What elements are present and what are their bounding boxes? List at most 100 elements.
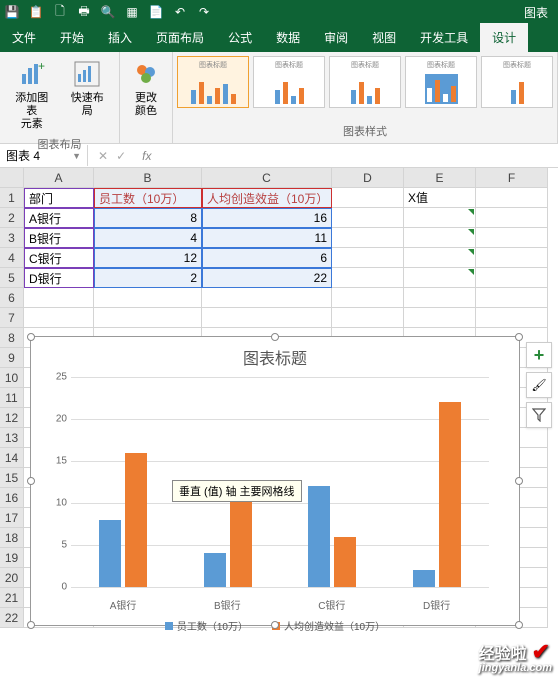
cell[interactable] [94, 288, 202, 308]
cell[interactable]: 4 [94, 228, 202, 248]
cell[interactable] [202, 308, 332, 328]
cell[interactable] [332, 208, 404, 228]
bar[interactable] [125, 453, 147, 587]
chart-styles-button[interactable]: 🖌 [526, 372, 552, 398]
merge-icon[interactable]: ▦ [124, 4, 140, 20]
row-header[interactable]: 6 [0, 288, 24, 308]
cell[interactable] [404, 208, 476, 228]
quick-layout-button[interactable]: 快速布局 [62, 56, 114, 120]
cell[interactable] [404, 288, 476, 308]
bar[interactable] [334, 537, 356, 587]
cell[interactable]: 11 [202, 228, 332, 248]
legend-item[interactable]: 人均创造效益（10万） [272, 618, 385, 633]
cell[interactable] [476, 248, 548, 268]
clipboard-icon[interactable]: 📋 [28, 4, 44, 20]
bar[interactable] [308, 486, 330, 587]
cell[interactable] [476, 308, 548, 328]
bar[interactable] [99, 520, 121, 587]
col-header-b[interactable]: B [94, 168, 202, 188]
col-header-e[interactable]: E [404, 168, 476, 188]
select-all-corner[interactable] [0, 168, 24, 188]
col-header-d[interactable]: D [332, 168, 404, 188]
paste-icon[interactable]: 📄 [148, 4, 164, 20]
row-header[interactable]: 20 [0, 568, 24, 588]
save-icon[interactable]: 💾 [4, 4, 20, 20]
row-header[interactable]: 9 [0, 348, 24, 368]
cell[interactable]: A银行 [24, 208, 94, 228]
chart-style-3[interactable]: 图表标题 [329, 56, 401, 108]
row-header[interactable]: 12 [0, 408, 24, 428]
cell[interactable] [476, 228, 548, 248]
change-colors-button[interactable]: 更改 颜色 [126, 56, 166, 120]
cell[interactable] [404, 268, 476, 288]
cell[interactable]: 6 [202, 248, 332, 268]
tab-design[interactable]: 设计 [480, 23, 528, 52]
print-icon[interactable]: 🖶 [76, 4, 92, 20]
bar-group[interactable] [198, 495, 258, 587]
bar-group[interactable] [302, 486, 362, 587]
row-header[interactable]: 8 [0, 328, 24, 348]
row-header[interactable]: 21 [0, 588, 24, 608]
cell[interactable] [332, 308, 404, 328]
tab-page-layout[interactable]: 页面布局 [144, 23, 216, 52]
name-box[interactable]: 图表 4▼ [0, 145, 88, 166]
row-header[interactable]: 5 [0, 268, 24, 288]
add-chart-element-button[interactable]: + 添加图表 元素 [6, 56, 58, 134]
tab-view[interactable]: 视图 [360, 23, 408, 52]
cell[interactable]: X值 [404, 188, 476, 208]
row-header[interactable]: 14 [0, 448, 24, 468]
spreadsheet-grid[interactable]: A B C D E F 1 部门 员工数（10万） 人均创造效益（10万） X值… [0, 168, 558, 288]
row-header[interactable]: 17 [0, 508, 24, 528]
undo-icon[interactable]: ↶ [172, 4, 188, 20]
bar[interactable] [413, 570, 435, 587]
row-header[interactable]: 18 [0, 528, 24, 548]
cell[interactable]: 22 [202, 268, 332, 288]
cell[interactable] [24, 308, 94, 328]
enter-icon[interactable]: ✓ [116, 149, 126, 163]
row-header[interactable]: 4 [0, 248, 24, 268]
row-header[interactable]: 3 [0, 228, 24, 248]
cell[interactable] [476, 268, 548, 288]
chart-style-gallery[interactable]: 图表标题 图表标题 图表标题 图表标题 图表标题 [177, 56, 553, 121]
bar-group[interactable] [93, 453, 153, 587]
cell[interactable] [476, 208, 548, 228]
tab-home[interactable]: 开始 [48, 23, 96, 52]
chart-title[interactable]: 图表标题 [31, 337, 519, 377]
col-header-a[interactable]: A [24, 168, 94, 188]
chart-style-4[interactable]: 图表标题 [405, 56, 477, 108]
cancel-icon[interactable]: ✕ [98, 149, 108, 163]
chart-style-2[interactable]: 图表标题 [253, 56, 325, 108]
chevron-down-icon[interactable]: ▼ [72, 151, 81, 161]
cell[interactable]: D银行 [24, 268, 94, 288]
chart-style-5[interactable]: 图表标题 [481, 56, 553, 108]
row-header[interactable]: 7 [0, 308, 24, 328]
tab-file[interactable]: 文件 [0, 23, 48, 52]
chart-style-1[interactable]: 图表标题 [177, 56, 249, 108]
cell[interactable]: C银行 [24, 248, 94, 268]
bar-group[interactable] [407, 402, 467, 587]
tab-formulas[interactable]: 公式 [216, 23, 264, 52]
row-header[interactable]: 2 [0, 208, 24, 228]
legend-item[interactable]: 员工数（10万） [165, 618, 248, 633]
chart-legend[interactable]: 员工数（10万） 人均创造效益（10万） [31, 618, 519, 633]
bar[interactable] [230, 495, 252, 587]
cell[interactable] [332, 268, 404, 288]
cell[interactable] [404, 308, 476, 328]
cell[interactable]: 员工数（10万） [94, 188, 202, 208]
tab-insert[interactable]: 插入 [96, 23, 144, 52]
row-header[interactable]: 10 [0, 368, 24, 388]
tab-data[interactable]: 数据 [264, 23, 312, 52]
cell[interactable] [404, 228, 476, 248]
cell[interactable] [332, 228, 404, 248]
cell[interactable] [332, 188, 404, 208]
cell[interactable]: 人均创造效益（10万） [202, 188, 332, 208]
cell[interactable] [94, 308, 202, 328]
cell[interactable] [202, 288, 332, 308]
preview-icon[interactable]: 🔍 [100, 4, 116, 20]
cell[interactable]: 16 [202, 208, 332, 228]
cell[interactable] [332, 248, 404, 268]
cell[interactable]: 8 [94, 208, 202, 228]
row-header[interactable]: 15 [0, 468, 24, 488]
cell[interactable] [332, 288, 404, 308]
row-header[interactable]: 11 [0, 388, 24, 408]
